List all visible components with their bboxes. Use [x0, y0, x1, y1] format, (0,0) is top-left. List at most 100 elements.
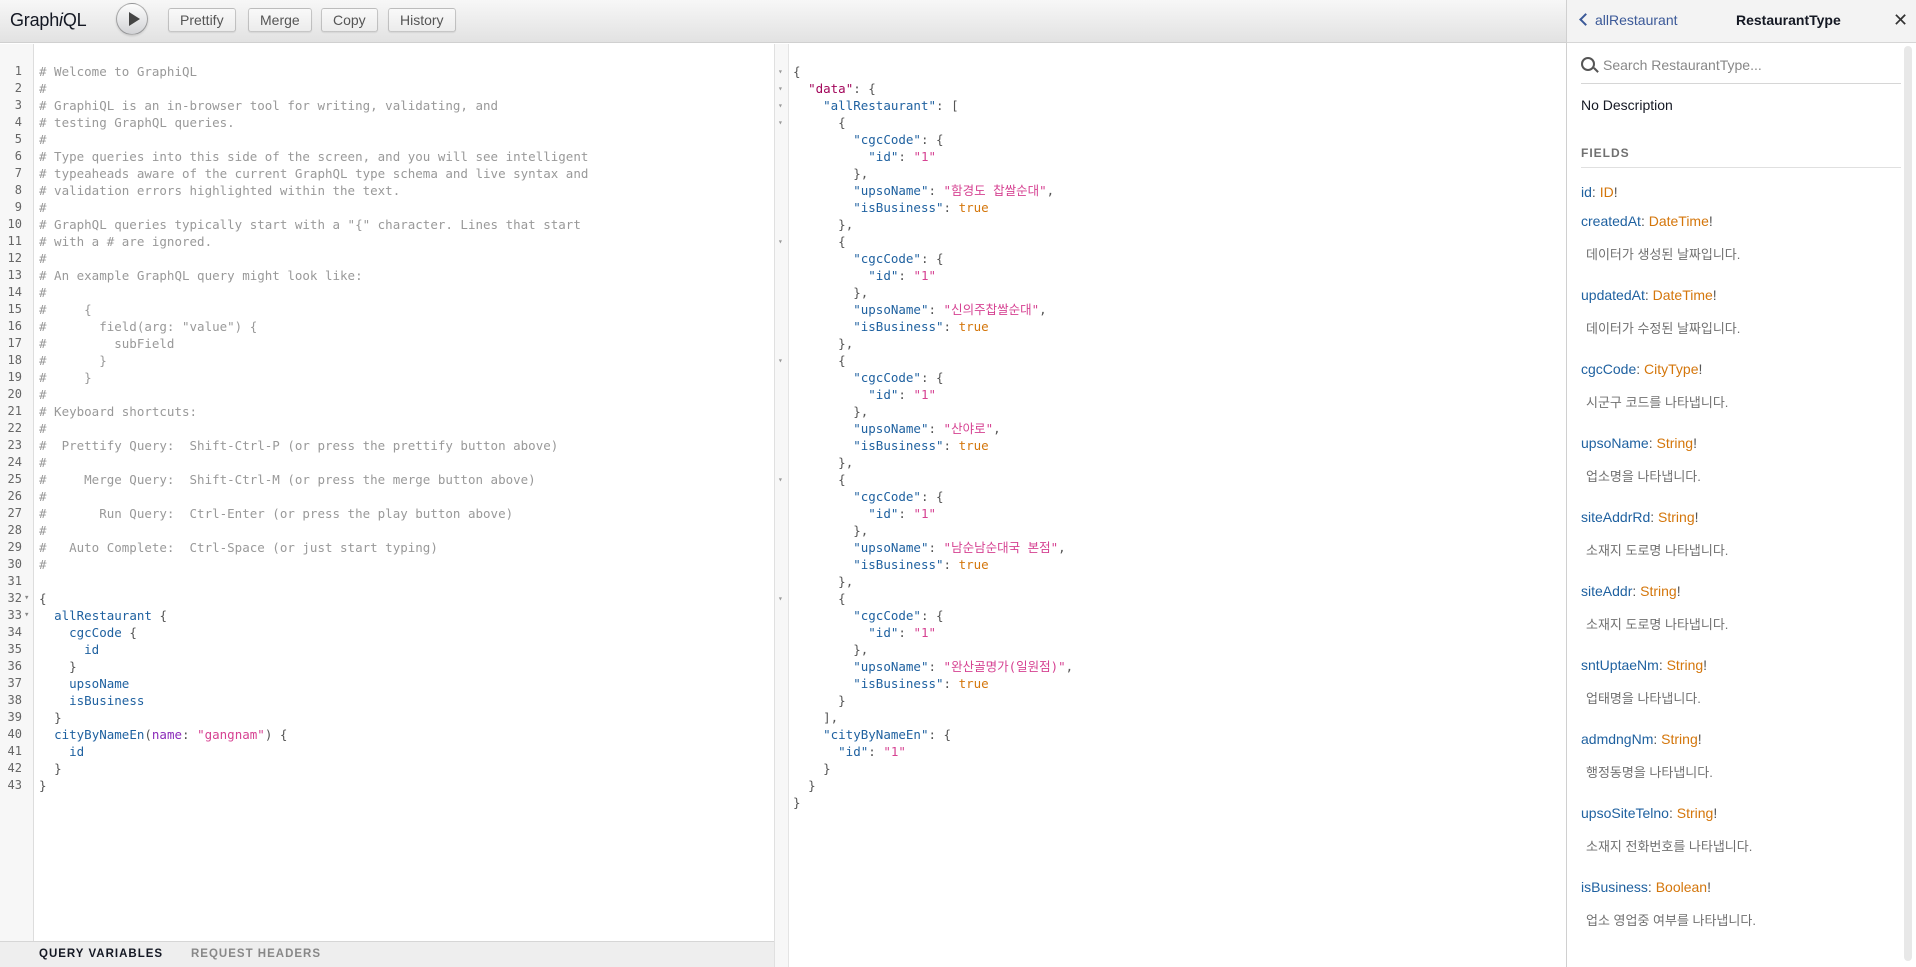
- field-type-link[interactable]: String: [1640, 583, 1677, 599]
- field-type-link[interactable]: DateTime: [1649, 213, 1709, 229]
- editor-line[interactable]: 11 # with a # are ignored.: [0, 233, 774, 250]
- editor-line[interactable]: 6 # Type queries into this side of the sc…: [0, 148, 774, 165]
- editor-line[interactable]: 28 #: [0, 522, 774, 539]
- field-name-link[interactable]: siteAddr: [1581, 583, 1632, 599]
- editor-line[interactable]: 17 # subField: [0, 335, 774, 352]
- docs-search-input[interactable]: [1601, 56, 1895, 74]
- result-text: "allRestaurant": [: [823, 98, 959, 113]
- editor-line[interactable]: 10 # GraphQL queries typically start with…: [0, 216, 774, 233]
- field-name-link[interactable]: id: [1581, 184, 1592, 200]
- editor-line[interactable]: 22 #: [0, 420, 774, 437]
- field-name-link[interactable]: admdngNm: [1581, 731, 1653, 747]
- docs-back-link[interactable]: allRestaurant: [1579, 12, 1678, 28]
- query-editor-lines[interactable]: 1 # Welcome to GraphiQL 2 #3 # GraphiQL is a…: [0, 63, 774, 794]
- editor-line[interactable]: 18 # }: [0, 352, 774, 369]
- field-type-link[interactable]: Boolean: [1656, 879, 1707, 895]
- field-type-link[interactable]: String: [1667, 657, 1704, 673]
- result-text: },: [838, 336, 854, 351]
- field-name-link[interactable]: siteAddrRd: [1581, 509, 1650, 525]
- editor-line[interactable]: 31: [0, 573, 774, 590]
- editor-line[interactable]: 26 #: [0, 488, 774, 505]
- copy-button[interactable]: Copy: [321, 8, 378, 32]
- field-name-link[interactable]: upsoName: [1581, 435, 1649, 451]
- editor-line[interactable]: 39 }: [0, 709, 774, 726]
- editor-line[interactable]: 4 # testing GraphQL queries.: [0, 114, 774, 131]
- editor-line[interactable]: 14 #: [0, 284, 774, 301]
- editor-line[interactable]: 36 }: [0, 658, 774, 675]
- editor-line[interactable]: 43}: [0, 777, 774, 794]
- editor-line[interactable]: 19 # }: [0, 369, 774, 386]
- field-name-link[interactable]: sntUptaeNm: [1581, 657, 1659, 673]
- line-number: 5: [14, 132, 22, 146]
- fold-arrow-icon[interactable]: ▾: [24, 607, 29, 624]
- fold-arrow-icon[interactable]: ▾: [778, 352, 783, 369]
- editor-line[interactable]: 33 ▾ allRestaurant {: [0, 607, 774, 624]
- editor-line[interactable]: 27 # Run Query: Ctrl-Enter (or press the …: [0, 505, 774, 522]
- request-headers-tab[interactable]: REQUEST HEADERS: [191, 948, 321, 960]
- query-editor[interactable]: 1 # Welcome to GraphiQL 2 #3 # GraphiQL is a…: [0, 44, 774, 941]
- field-type-link[interactable]: DateTime: [1653, 287, 1713, 303]
- editor-line[interactable]: 9 #: [0, 199, 774, 216]
- editor-line[interactable]: 13 # An example GraphQL query might look …: [0, 267, 774, 284]
- editor-line[interactable]: 24 #: [0, 454, 774, 471]
- fold-arrow-icon[interactable]: ▾: [778, 471, 783, 488]
- execute-query-button[interactable]: [116, 3, 148, 35]
- editor-line[interactable]: 29 # Auto Complete: Ctrl-Space (or just s…: [0, 539, 774, 556]
- editor-line[interactable]: 30 #: [0, 556, 774, 573]
- line-number: 17: [7, 336, 22, 350]
- fold-arrow-icon[interactable]: ▾: [778, 80, 783, 97]
- field-type-link[interactable]: String: [1656, 435, 1693, 451]
- editor-line[interactable]: 20 #: [0, 386, 774, 403]
- field-type-link[interactable]: CityType: [1644, 361, 1698, 377]
- field-type-link[interactable]: String: [1677, 805, 1714, 821]
- field-type-link[interactable]: ID: [1600, 184, 1614, 200]
- editor-line[interactable]: 38 isBusiness: [0, 692, 774, 709]
- field-name-link[interactable]: upsoSiteTelno: [1581, 805, 1669, 821]
- query-variables-tab[interactable]: QUERY VARIABLES: [39, 948, 163, 960]
- prettify-button[interactable]: Prettify: [168, 8, 236, 32]
- code-text: # Welcome to GraphiQL: [39, 64, 198, 79]
- result-line: ▾ {: [775, 590, 1566, 607]
- editor-line[interactable]: 7 # typeaheads aware of the current Graph…: [0, 165, 774, 182]
- code-text: #: [39, 489, 47, 504]
- editor-line[interactable]: 5 #: [0, 131, 774, 148]
- result-text: "upsoName": "산야로",: [853, 421, 1001, 436]
- result-text: "cgcCode": {: [853, 370, 944, 385]
- line-number: 37: [7, 676, 22, 690]
- editor-line[interactable]: 25 # Merge Query: Shift-Ctrl-M (or press …: [0, 471, 774, 488]
- history-button[interactable]: History: [388, 8, 456, 32]
- type-description: No Description: [1581, 97, 1673, 113]
- editor-line[interactable]: 34 cgcCode {: [0, 624, 774, 641]
- close-icon[interactable]: ✕: [1893, 10, 1908, 31]
- editor-line[interactable]: 23 # Prettify Query: Shift-Ctrl-P (or pre…: [0, 437, 774, 454]
- editor-line[interactable]: 32 ▾ {: [0, 590, 774, 607]
- fold-arrow-icon[interactable]: ▾: [778, 63, 783, 80]
- fold-arrow-icon[interactable]: ▾: [778, 233, 783, 250]
- field-name-link[interactable]: isBusiness: [1581, 879, 1648, 895]
- field-type-link[interactable]: String: [1661, 731, 1698, 747]
- editor-line[interactable]: 2 #: [0, 80, 774, 97]
- editor-line[interactable]: 12 #: [0, 250, 774, 267]
- editor-line[interactable]: 16 # field(arg: "value") {: [0, 318, 774, 335]
- editor-line[interactable]: 15 # {: [0, 301, 774, 318]
- editor-line[interactable]: 42 }: [0, 760, 774, 777]
- field-name-link[interactable]: cgcCode: [1581, 361, 1636, 377]
- fold-arrow-icon[interactable]: ▾: [778, 590, 783, 607]
- editor-line[interactable]: 8 # validation errors highlighted within …: [0, 182, 774, 199]
- editor-line[interactable]: 41 id: [0, 743, 774, 760]
- result-line: },: [775, 641, 1566, 658]
- field-name-link[interactable]: updatedAt: [1581, 287, 1645, 303]
- editor-line[interactable]: 1 # Welcome to GraphiQL: [0, 63, 774, 80]
- field-name-link[interactable]: createdAt: [1581, 213, 1641, 229]
- editor-line[interactable]: 21 # Keyboard shortcuts:: [0, 403, 774, 420]
- editor-line[interactable]: 37 upsoName: [0, 675, 774, 692]
- merge-button[interactable]: Merge: [248, 8, 312, 32]
- docs-scrollbar[interactable]: [1904, 46, 1912, 961]
- editor-line[interactable]: 3 # GraphiQL is an in-browser tool for wr…: [0, 97, 774, 114]
- fold-arrow-icon[interactable]: ▾: [24, 590, 29, 607]
- editor-line[interactable]: 35 id: [0, 641, 774, 658]
- fold-arrow-icon[interactable]: ▾: [778, 97, 783, 114]
- fold-arrow-icon[interactable]: ▾: [778, 114, 783, 131]
- editor-line[interactable]: 40 cityByNameEn(name: "gangnam") {: [0, 726, 774, 743]
- field-type-link[interactable]: String: [1658, 509, 1695, 525]
